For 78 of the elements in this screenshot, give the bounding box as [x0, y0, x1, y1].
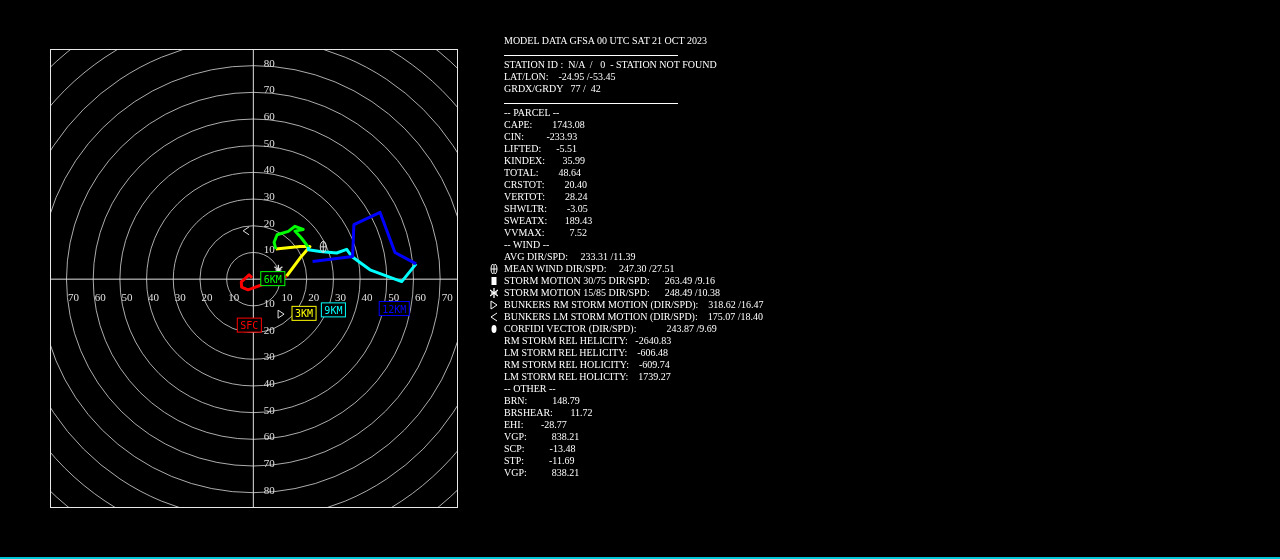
- report-line: STORM MOTION 15/85 DIR/SPD: 248.49 /10.38: [504, 287, 720, 299]
- report-line: VVMAX: 7.52: [504, 227, 588, 239]
- level-label: SFC: [236, 317, 262, 333]
- tick-label: 40: [263, 377, 275, 389]
- report-line: VGP: 838.21: [504, 431, 580, 443]
- report-line: RM STORM REL HOLICITY: -609.74: [504, 359, 670, 371]
- tick-label: 50: [121, 291, 133, 304]
- tick-label: 20: [308, 291, 320, 304]
- report-line: -- OTHER --: [504, 383, 556, 395]
- tick-label: 70: [263, 83, 275, 96]
- tick-label: 50: [263, 403, 275, 416]
- report-line: SWEATX: 189.43: [504, 215, 593, 227]
- report-line: -- PARCEL --: [504, 107, 560, 119]
- ellipse-icon: [319, 240, 327, 253]
- report-line: SCP: -13.48: [504, 443, 576, 455]
- report-line: VGP: 838.21: [504, 467, 580, 479]
- tick-label: 20: [201, 291, 213, 304]
- report-line: EHI: -28.77: [504, 419, 567, 431]
- report-line: BUNKERS LM STORM MOTION (DIR/SPD): 175.07 /18.40: [504, 311, 763, 323]
- report-line: -- WIND --: [504, 239, 550, 251]
- report-line: STP: -11.69: [504, 455, 575, 467]
- tick-label: 50: [263, 136, 275, 149]
- report-line: LM STORM REL HELICITY: -606.48: [504, 347, 669, 359]
- report-line: GRDX/GRDY 77 / 42: [504, 83, 601, 95]
- tick-label: 80: [263, 483, 275, 496]
- tick-label: 50: [388, 291, 400, 304]
- report-line: RM STORM REL HELICITY: -2640.83: [504, 335, 672, 347]
- tick-label: 70: [441, 291, 453, 304]
- report-line: CRSTOT: 20.40: [504, 179, 587, 191]
- report-line: CAPE: 1743.08: [504, 119, 585, 131]
- triangle-icon: [490, 300, 498, 310]
- tick-label: 60: [94, 291, 106, 304]
- report-line: MODEL DATA GFSA 00 UTC SAT 21 OCT 2023: [504, 35, 707, 47]
- report-line: LM STORM REL HOLICITY: 1739.27: [504, 371, 671, 383]
- report-line: CORFIDI VECTOR (DIR/SPD): 243.87 /9.69: [504, 323, 717, 335]
- report-line: MEAN WIND DIR/SPD: 247.30 /27.51: [504, 263, 675, 275]
- chevron-icon: [242, 226, 250, 236]
- tick-label: 30: [263, 190, 275, 203]
- report-line: LIFTED: -5.51: [504, 143, 578, 155]
- level-label: 12KM: [378, 301, 410, 317]
- level-label: 6KM: [260, 271, 286, 287]
- report-line: VERTOT: 28.24: [504, 191, 588, 203]
- tick-label: 70: [68, 291, 79, 304]
- tick-label: 10: [263, 243, 275, 256]
- tick-label: 30: [334, 291, 346, 304]
- report-line: BRN: 148.79: [504, 395, 580, 407]
- tick-label: 40: [148, 291, 160, 304]
- tick-label: 40: [263, 163, 275, 176]
- asterisk-icon: [490, 288, 498, 298]
- report-line: STORM MOTION 30/75 DIR/SPD: 263.49 /9.16: [504, 275, 715, 287]
- report-line: TOTAL: 48.64: [504, 167, 582, 179]
- tick-label: 20: [263, 323, 275, 336]
- tick-label: 30: [174, 291, 186, 304]
- tick-label: 10: [228, 291, 240, 304]
- report-line: BRSHEAR: 11.72: [504, 407, 593, 419]
- report-line: CIN: -233.93: [504, 131, 578, 143]
- triangle-icon: [277, 309, 285, 319]
- tick-label: 70: [263, 457, 275, 470]
- tick-label: 10: [263, 296, 275, 309]
- report-line: SHWLTR: -3.05: [504, 203, 588, 215]
- level-label: 9KM: [320, 302, 346, 318]
- tick-label: 40: [361, 291, 373, 304]
- tick-label: 60: [263, 109, 275, 122]
- tick-label: 10: [281, 291, 293, 304]
- report-line: STATION ID : N/A / 0 - STATION NOT FOUND: [504, 59, 717, 71]
- tick-label: 60: [414, 291, 426, 304]
- ellipse-icon: [490, 264, 498, 274]
- report-line: AVG DIR/SPD: 233.31 /11.39: [504, 251, 636, 263]
- square-icon: [490, 276, 498, 286]
- tick-label: 30: [263, 350, 275, 363]
- tick-label: 20: [263, 216, 275, 229]
- report-line: BUNKERS RM STORM MOTION (DIR/SPD): 318.62 /16.47: [504, 299, 764, 311]
- report-line: KINDEX: 35.99: [504, 155, 586, 167]
- level-label: 3KM: [291, 305, 317, 321]
- dot-icon: [490, 324, 498, 334]
- tick-label: 80: [263, 56, 275, 69]
- chevron-icon: [490, 312, 498, 322]
- report-line: LAT/LON: -24.95 /-53.45: [504, 71, 616, 83]
